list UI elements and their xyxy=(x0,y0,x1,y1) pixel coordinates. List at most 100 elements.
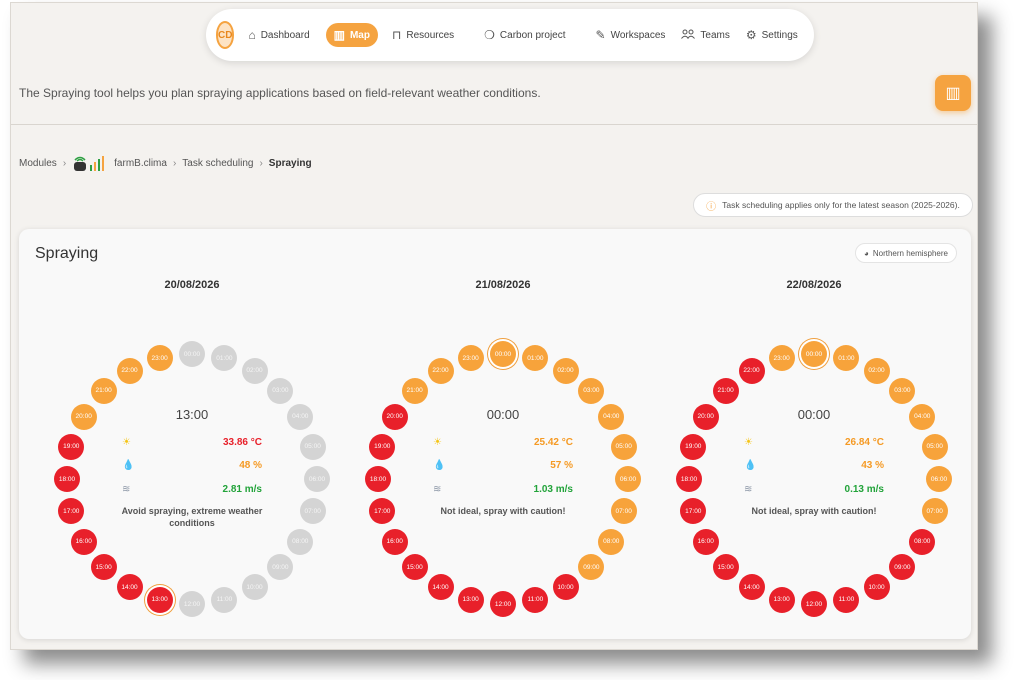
hour-slot[interactable]: 22:00 xyxy=(116,357,143,384)
nav-label: Resources xyxy=(406,29,455,41)
hemisphere-badge[interactable]: ◕ Northern hemisphere xyxy=(855,243,957,263)
hour-slot[interactable]: 13:00 xyxy=(768,586,795,613)
map-toggle-button[interactable]: ▥ xyxy=(935,75,971,111)
hour-slot[interactable]: 16:00 xyxy=(692,528,719,555)
hour-slot[interactable]: 16:00 xyxy=(381,528,408,555)
hour-slot[interactable]: 15:00 xyxy=(712,554,739,581)
nav-teams[interactable]: Teams xyxy=(681,28,730,42)
hour-slot[interactable]: 17:00 xyxy=(369,498,396,525)
hour-slot[interactable]: 08:00 xyxy=(909,528,936,555)
hour-slot[interactable]: 05:00 xyxy=(610,433,637,460)
hour-slot[interactable]: 07:00 xyxy=(299,498,326,525)
hour-slot[interactable]: 02:00 xyxy=(863,357,890,384)
hour-slot[interactable]: 05:00 xyxy=(921,433,948,460)
hour-slot[interactable]: 11:00 xyxy=(522,586,549,613)
hour-slot[interactable]: 05:00 xyxy=(299,433,326,460)
hour-slot[interactable]: 21:00 xyxy=(712,377,739,404)
hour-slot[interactable]: 08:00 xyxy=(287,528,314,555)
breadcrumb-section[interactable]: Task scheduling xyxy=(182,158,253,169)
hour-slot[interactable]: 21:00 xyxy=(401,377,428,404)
hour-slot[interactable]: 20:00 xyxy=(692,403,719,430)
hour-slot[interactable]: 07:00 xyxy=(610,498,637,525)
hour-slot[interactable]: 19:00 xyxy=(680,433,707,460)
hour-slot[interactable]: 08:00 xyxy=(598,528,625,555)
nav-settings[interactable]: ⚙ Settings xyxy=(746,28,798,42)
hour-slot[interactable]: 15:00 xyxy=(90,554,117,581)
avatar[interactable]: CD xyxy=(216,21,235,49)
hour-slot[interactable]: 09:00 xyxy=(267,554,294,581)
hour-slot[interactable]: 14:00 xyxy=(427,574,454,601)
hour-slot[interactable]: 17:00 xyxy=(58,498,85,525)
hour-slot[interactable]: 18:00 xyxy=(365,466,391,492)
nav-carbon-project[interactable]: ❍ Carbon project xyxy=(484,28,565,42)
app-window: CD ⌂ Dashboard ▥ Map ⊓ Resources ❍ Carbo… xyxy=(10,2,978,650)
hour-slot[interactable]: 18:00 xyxy=(54,466,80,492)
day-date: 20/08/2026 xyxy=(164,279,220,291)
metric-row: 💧 48 % xyxy=(122,458,262,472)
hour-slot[interactable]: 04:00 xyxy=(598,403,625,430)
hour-slot[interactable]: 20:00 xyxy=(70,403,97,430)
hour-slot[interactable]: 03:00 xyxy=(267,377,294,404)
hour-slot[interactable]: 10:00 xyxy=(552,574,579,601)
hour-slot[interactable]: 12:00 xyxy=(490,591,516,617)
hour-slot[interactable]: 07:00 xyxy=(921,498,948,525)
hour-slot[interactable]: 12:00 xyxy=(179,591,205,617)
hour-slot[interactable]: 01:00 xyxy=(211,345,238,372)
hour-slot[interactable]: 11:00 xyxy=(211,586,238,613)
hour-slot[interactable]: 00:00 xyxy=(490,341,516,367)
hour-slot[interactable]: 00:00 xyxy=(179,341,205,367)
hour-slot[interactable]: 10:00 xyxy=(863,574,890,601)
hour-slot[interactable]: 22:00 xyxy=(427,357,454,384)
globe-icon: ◕ xyxy=(864,248,869,258)
hour-slot[interactable]: 13:00 xyxy=(146,586,173,613)
notice-text: Task scheduling applies only for the lat… xyxy=(722,200,960,210)
hour-slot[interactable]: 19:00 xyxy=(58,433,85,460)
hour-slot[interactable]: 01:00 xyxy=(522,345,549,372)
hour-slot[interactable]: 18:00 xyxy=(676,466,702,492)
hour-slot[interactable]: 22:00 xyxy=(738,357,765,384)
chevron-right-icon: › xyxy=(259,157,263,169)
nav-resources[interactable]: ⊓ Resources xyxy=(392,28,454,42)
hour-slot[interactable]: 09:00 xyxy=(578,554,605,581)
hour-slot[interactable]: 20:00 xyxy=(381,403,408,430)
hour-slot[interactable]: 02:00 xyxy=(241,357,268,384)
hour-slot[interactable]: 12:00 xyxy=(801,591,827,617)
hour-slot[interactable]: 02:00 xyxy=(552,357,579,384)
hour-slot[interactable]: 03:00 xyxy=(578,377,605,404)
top-navigation: CD ⌂ Dashboard ▥ Map ⊓ Resources ❍ Carbo… xyxy=(206,9,814,61)
nav-workspaces[interactable]: ✎ Workspaces xyxy=(596,28,666,42)
hour-slot[interactable]: 04:00 xyxy=(909,403,936,430)
hour-slot[interactable]: 16:00 xyxy=(70,528,97,555)
metric-row: 💧 57 % xyxy=(433,458,573,472)
breadcrumb-modules[interactable]: Modules xyxy=(19,158,57,169)
people-icon xyxy=(681,28,696,42)
water-drop-icon: 💧 xyxy=(122,459,135,471)
page-description: The Spraying tool helps you plan sprayin… xyxy=(19,86,541,100)
hour-slot[interactable]: 00:00 xyxy=(801,341,827,367)
info-icon: ⓘ xyxy=(706,201,717,213)
hour-slot[interactable]: 21:00 xyxy=(90,377,117,404)
nav-dashboard[interactable]: ⌂ Dashboard xyxy=(248,28,309,42)
hour-slot[interactable]: 15:00 xyxy=(401,554,428,581)
hour-slot[interactable]: 09:00 xyxy=(889,554,916,581)
hour-slot[interactable]: 06:00 xyxy=(926,466,952,492)
hour-slot[interactable]: 13:00 xyxy=(457,586,484,613)
nav-map[interactable]: ▥ Map xyxy=(325,23,378,47)
hour-slot[interactable]: 23:00 xyxy=(146,345,173,372)
metric-row: ≋ 0.13 m/s xyxy=(744,482,884,496)
hour-slot[interactable]: 06:00 xyxy=(615,466,641,492)
breadcrumb-module[interactable]: farmB.clima xyxy=(114,158,167,169)
hour-slot[interactable]: 14:00 xyxy=(116,574,143,601)
hour-slot[interactable]: 17:00 xyxy=(680,498,707,525)
hour-slot[interactable]: 03:00 xyxy=(889,377,916,404)
hour-slot[interactable]: 04:00 xyxy=(287,403,314,430)
hour-slot[interactable]: 01:00 xyxy=(833,345,860,372)
hour-slot[interactable]: 11:00 xyxy=(833,586,860,613)
hour-slot[interactable]: 06:00 xyxy=(304,466,330,492)
hour-slot[interactable]: 10:00 xyxy=(241,574,268,601)
hour-slot[interactable]: 23:00 xyxy=(768,345,795,372)
hour-slot[interactable]: 14:00 xyxy=(738,574,765,601)
hour-slot[interactable]: 19:00 xyxy=(369,433,396,460)
temperature-value: 33.86 °C xyxy=(222,436,262,448)
hour-slot[interactable]: 23:00 xyxy=(457,345,484,372)
